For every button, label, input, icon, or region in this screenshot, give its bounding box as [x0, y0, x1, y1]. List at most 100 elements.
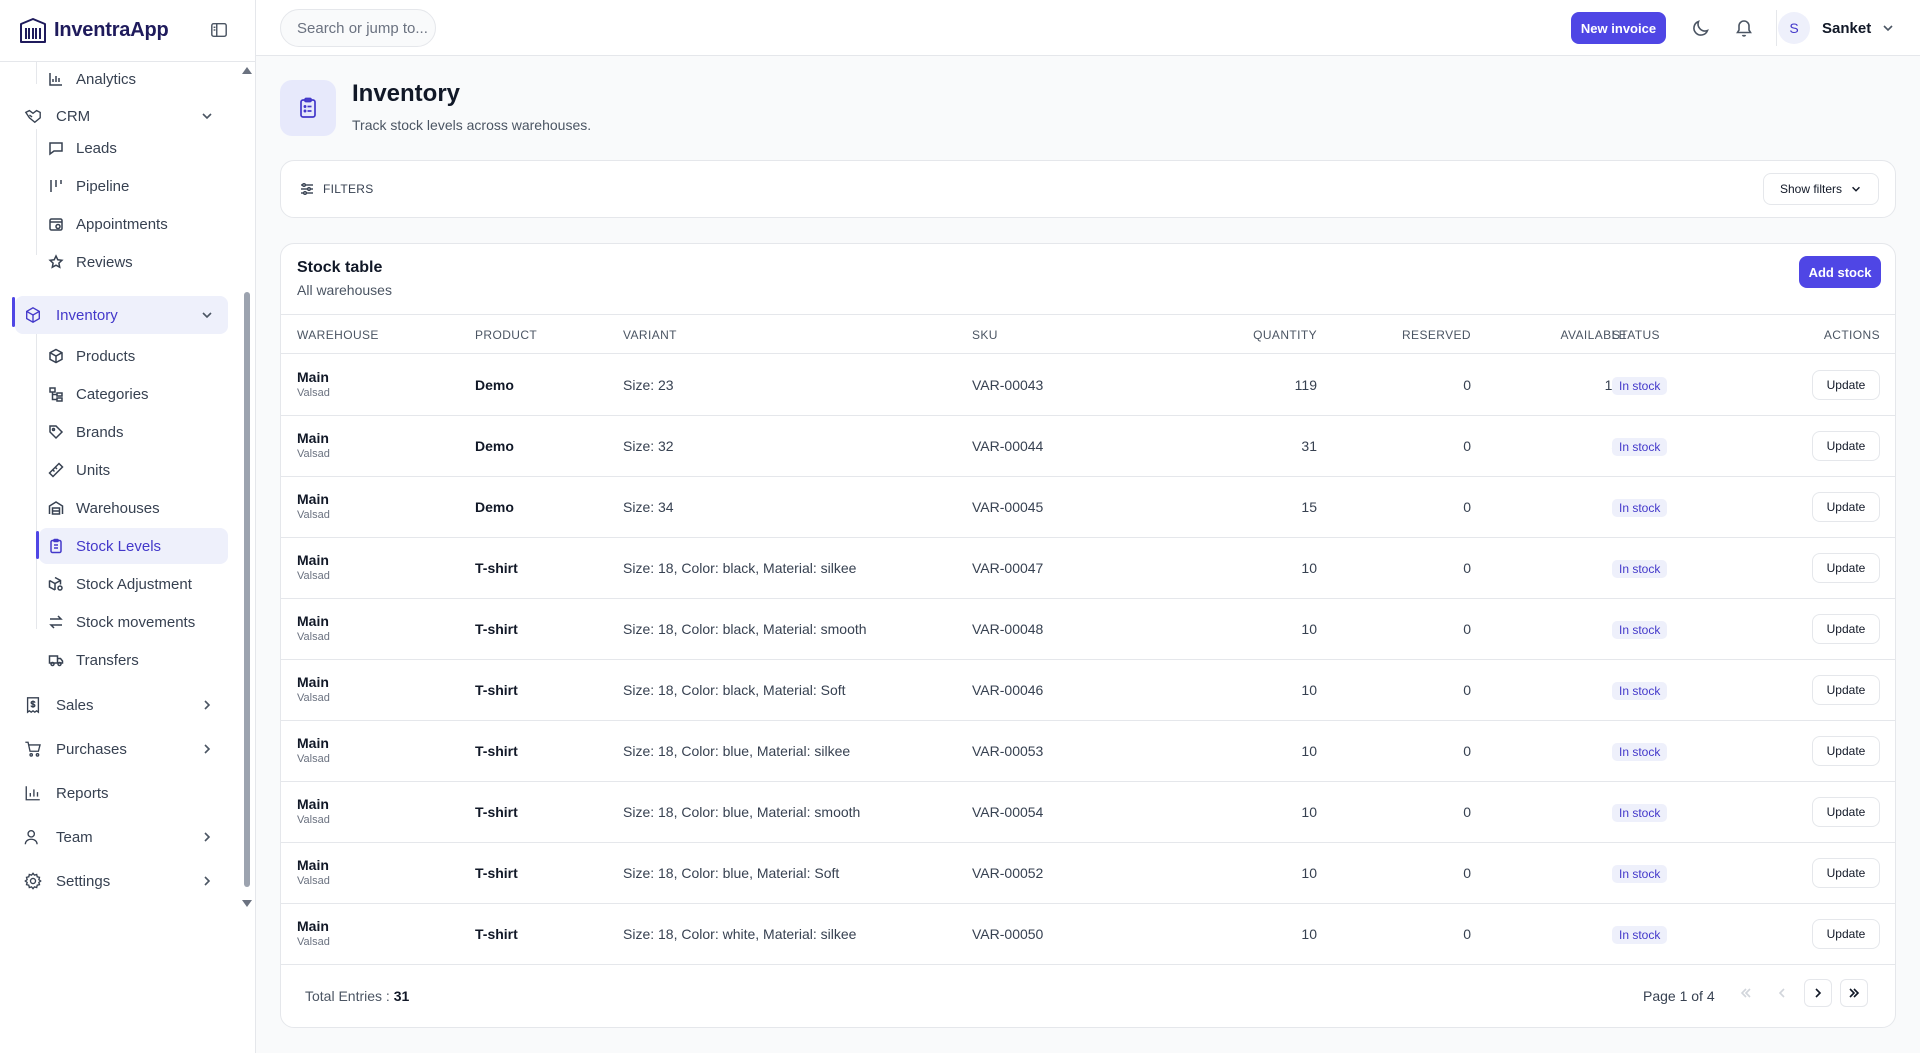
update-button[interactable]: Update	[1812, 858, 1880, 888]
warehouse-name: Main	[297, 369, 329, 385]
table-row: Main Valsad T-shirt Size: 18, Color: blue, …	[281, 721, 1895, 782]
reserved: 0	[1463, 499, 1471, 515]
sidebar-item-label: Categories	[76, 385, 149, 403]
calendar-clock-icon	[48, 216, 64, 232]
moon-icon[interactable]	[1691, 18, 1711, 38]
sidebar-item-leads[interactable]: Leads	[36, 130, 228, 166]
product-name: Demo	[475, 438, 514, 454]
show-filters-button[interactable]: Show filters	[1763, 173, 1879, 205]
update-button[interactable]: Update	[1812, 675, 1880, 705]
sidebar-item-stock-movements[interactable]: Stock movements	[36, 604, 228, 640]
add-stock-button[interactable]: Add stock	[1799, 256, 1881, 288]
status-badge: In stock	[1612, 743, 1668, 761]
column-header[interactable]: QUANTITY	[1201, 328, 1317, 342]
variant: Size: 18, Color: black, Material: smooth	[623, 621, 867, 637]
update-button[interactable]: Update	[1812, 736, 1880, 766]
reserved: 0	[1463, 438, 1471, 454]
user-menu[interactable]: S Sanket	[1778, 12, 1895, 44]
star-icon	[48, 254, 64, 270]
sidebar-item-team[interactable]: Team	[12, 818, 228, 856]
sidebar-item-label: Purchases	[56, 740, 127, 758]
column-header[interactable]: STATUS	[1612, 328, 1660, 342]
sidebar-item-units[interactable]: Units	[36, 452, 228, 488]
truck-icon	[48, 652, 64, 668]
sidebar-item-settings[interactable]: Settings	[12, 862, 228, 900]
warehouse-location: Valsad	[297, 509, 330, 521]
update-button[interactable]: Update	[1812, 797, 1880, 827]
update-button[interactable]: Update	[1812, 919, 1880, 949]
variant: Size: 34	[623, 499, 674, 515]
status-badge: In stock	[1612, 621, 1668, 639]
pagination-info: Page 1 of 4	[1643, 988, 1715, 1004]
update-button[interactable]: Update	[1812, 431, 1880, 461]
update-button[interactable]: Update	[1812, 492, 1880, 522]
page-title: Inventory	[352, 80, 461, 107]
column-header[interactable]: PRODUCT	[475, 328, 537, 342]
warehouse-location: Valsad	[297, 936, 330, 948]
bell-icon[interactable]	[1734, 18, 1754, 38]
sidebar-scrollbar[interactable]	[244, 292, 250, 887]
sidebar-item-label: Stock Levels	[76, 537, 162, 555]
receipt-dollar-icon	[24, 696, 42, 714]
sidebar-item-label: Brands	[76, 423, 124, 441]
sidebar-item-warehouses[interactable]: Warehouses	[36, 490, 228, 526]
column-header[interactable]: VARIANT	[623, 328, 677, 342]
sidebar-toggle-icon[interactable]	[210, 21, 228, 39]
sidebar-item-stock-levels[interactable]: Stock Levels	[39, 528, 228, 564]
sku: VAR-00043	[972, 377, 1044, 393]
sidebar-item-label: Products	[76, 347, 136, 365]
next-page-button[interactable]	[1804, 979, 1832, 1007]
column-header: ACTIONS	[1823, 328, 1880, 342]
update-button[interactable]: Update	[1812, 553, 1880, 583]
product-name: T-shirt	[475, 926, 518, 942]
sidebar-item-analytics[interactable]: Analytics	[36, 62, 228, 97]
prev-page-button[interactable]	[1768, 979, 1796, 1007]
kanban-icon	[48, 178, 64, 194]
table-row: Main Valsad T-shirt Size: 18, Color: blue, …	[281, 843, 1895, 904]
sliders-icon	[299, 181, 315, 197]
sku: VAR-00054	[972, 804, 1044, 820]
update-button[interactable]: Update	[1812, 614, 1880, 644]
table-row: Main Valsad T-shirt Size: 18, Color: black,…	[281, 660, 1895, 721]
column-header[interactable]: SKU	[972, 328, 998, 342]
reserved: 0	[1463, 743, 1471, 759]
sidebar-item-products[interactable]: Products	[36, 338, 228, 374]
sidebar-item-reports[interactable]: Reports	[12, 774, 228, 812]
sidebar-item-inventory[interactable]: Inventory	[15, 296, 228, 334]
new-invoice-button[interactable]: New invoice	[1571, 12, 1666, 44]
search-input[interactable]	[280, 9, 436, 47]
sidebar-item-appointments[interactable]: Appointments	[36, 206, 228, 242]
quantity: 10	[1301, 865, 1317, 881]
sidebar-item-transfers[interactable]: Transfers	[36, 642, 228, 678]
sku: VAR-00050	[972, 926, 1044, 942]
product-name: T-shirt	[475, 621, 518, 637]
product-name: T-shirt	[475, 682, 518, 698]
table-header: WAREHOUSE PRODUCT VARIANT SKU QUANTITY R…	[281, 314, 1895, 354]
sidebar-item-sales[interactable]: Sales	[12, 686, 228, 724]
update-button[interactable]: Update	[1812, 370, 1880, 400]
column-header[interactable]: RESERVED	[1361, 328, 1471, 342]
first-page-button[interactable]	[1732, 979, 1760, 1007]
sidebar-item-brands[interactable]: Brands	[36, 414, 228, 450]
quantity: 10	[1301, 743, 1317, 759]
sidebar-item-categories[interactable]: Categories	[36, 376, 228, 412]
reserved: 0	[1463, 682, 1471, 698]
reserved: 0	[1463, 865, 1471, 881]
last-page-button[interactable]	[1840, 979, 1868, 1007]
sidebar-item-pipeline[interactable]: Pipeline	[36, 168, 228, 204]
sidebar-item-purchases[interactable]: Purchases	[12, 730, 228, 768]
warehouse-location: Valsad	[297, 692, 330, 704]
shopping-cart-icon	[24, 740, 42, 758]
product-name: T-shirt	[475, 865, 518, 881]
column-header[interactable]: AVAILABLE	[1501, 328, 1627, 342]
sku: VAR-00048	[972, 621, 1044, 637]
quantity: 10	[1301, 682, 1317, 698]
product-name: Demo	[475, 377, 514, 393]
column-header[interactable]: WAREHOUSE	[297, 328, 379, 342]
sidebar-item-reviews[interactable]: Reviews	[36, 244, 228, 280]
scroll-up-arrow[interactable]	[242, 67, 252, 74]
user-name: Sanket	[1822, 19, 1872, 37]
scroll-down-arrow[interactable]	[242, 900, 252, 907]
quantity: 10	[1301, 926, 1317, 942]
sidebar-item-stock-adjustment[interactable]: Stock Adjustment	[36, 566, 228, 602]
